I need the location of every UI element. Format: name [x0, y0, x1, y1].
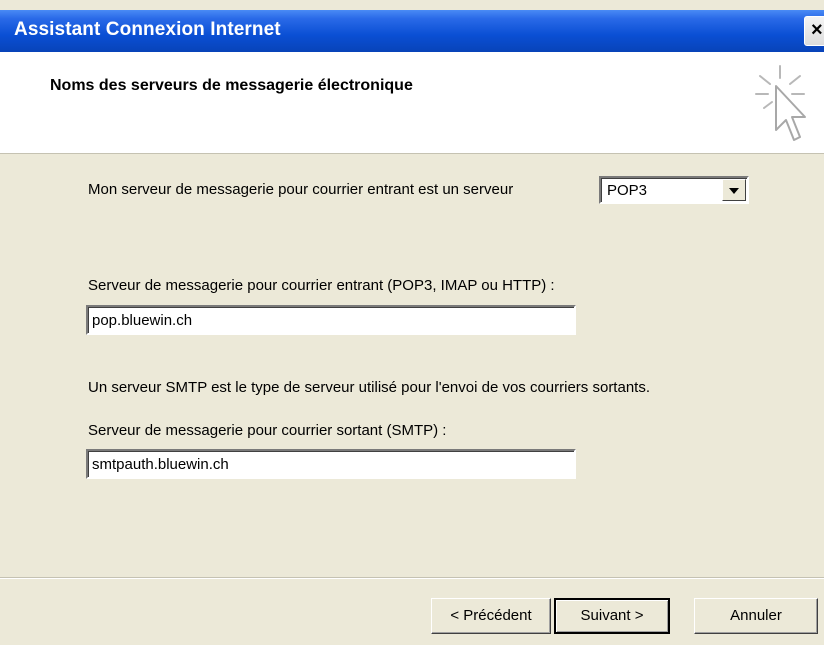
wizard-footer: < Précédent Suivant > Annuler — [0, 577, 824, 645]
wizard-cursor-icon — [755, 65, 806, 141]
chevron-down-icon — [729, 188, 739, 194]
outgoing-server-input[interactable]: smtpauth.bluewin.ch — [86, 449, 576, 479]
wizard-header: Noms des serveurs de messagerie électron… — [0, 52, 824, 154]
incoming-server-input[interactable]: pop.bluewin.ch — [86, 305, 576, 335]
dropdown-button[interactable] — [722, 179, 746, 201]
back-button[interactable]: < Précédent — [431, 598, 551, 634]
next-button[interactable]: Suivant > — [554, 598, 670, 634]
incoming-server-type-select[interactable]: POP3 — [599, 176, 749, 204]
page-heading: Noms des serveurs de messagerie électron… — [50, 77, 413, 94]
close-button[interactable]: × — [804, 16, 824, 46]
smtp-info-text: Un serveur SMTP est le type de serveur u… — [88, 379, 650, 396]
incoming-type-label: Mon serveur de messagerie pour courrier … — [88, 181, 514, 198]
close-icon: × — [811, 19, 823, 41]
title-bar[interactable]: Assistant Connexion Internet × — [0, 10, 824, 52]
window-title: Assistant Connexion Internet — [14, 19, 281, 40]
internet-connection-wizard: Assistant Connexion Internet × Noms des … — [0, 0, 824, 645]
cancel-button[interactable]: Annuler — [694, 598, 818, 634]
incoming-server-label: Serveur de messagerie pour courrier entr… — [88, 277, 555, 294]
incoming-server-type-value: POP3 — [607, 182, 648, 199]
outgoing-server-label: Serveur de messagerie pour courrier sort… — [88, 422, 447, 439]
wizard-content: Mon serveur de messagerie pour courrier … — [0, 154, 824, 577]
